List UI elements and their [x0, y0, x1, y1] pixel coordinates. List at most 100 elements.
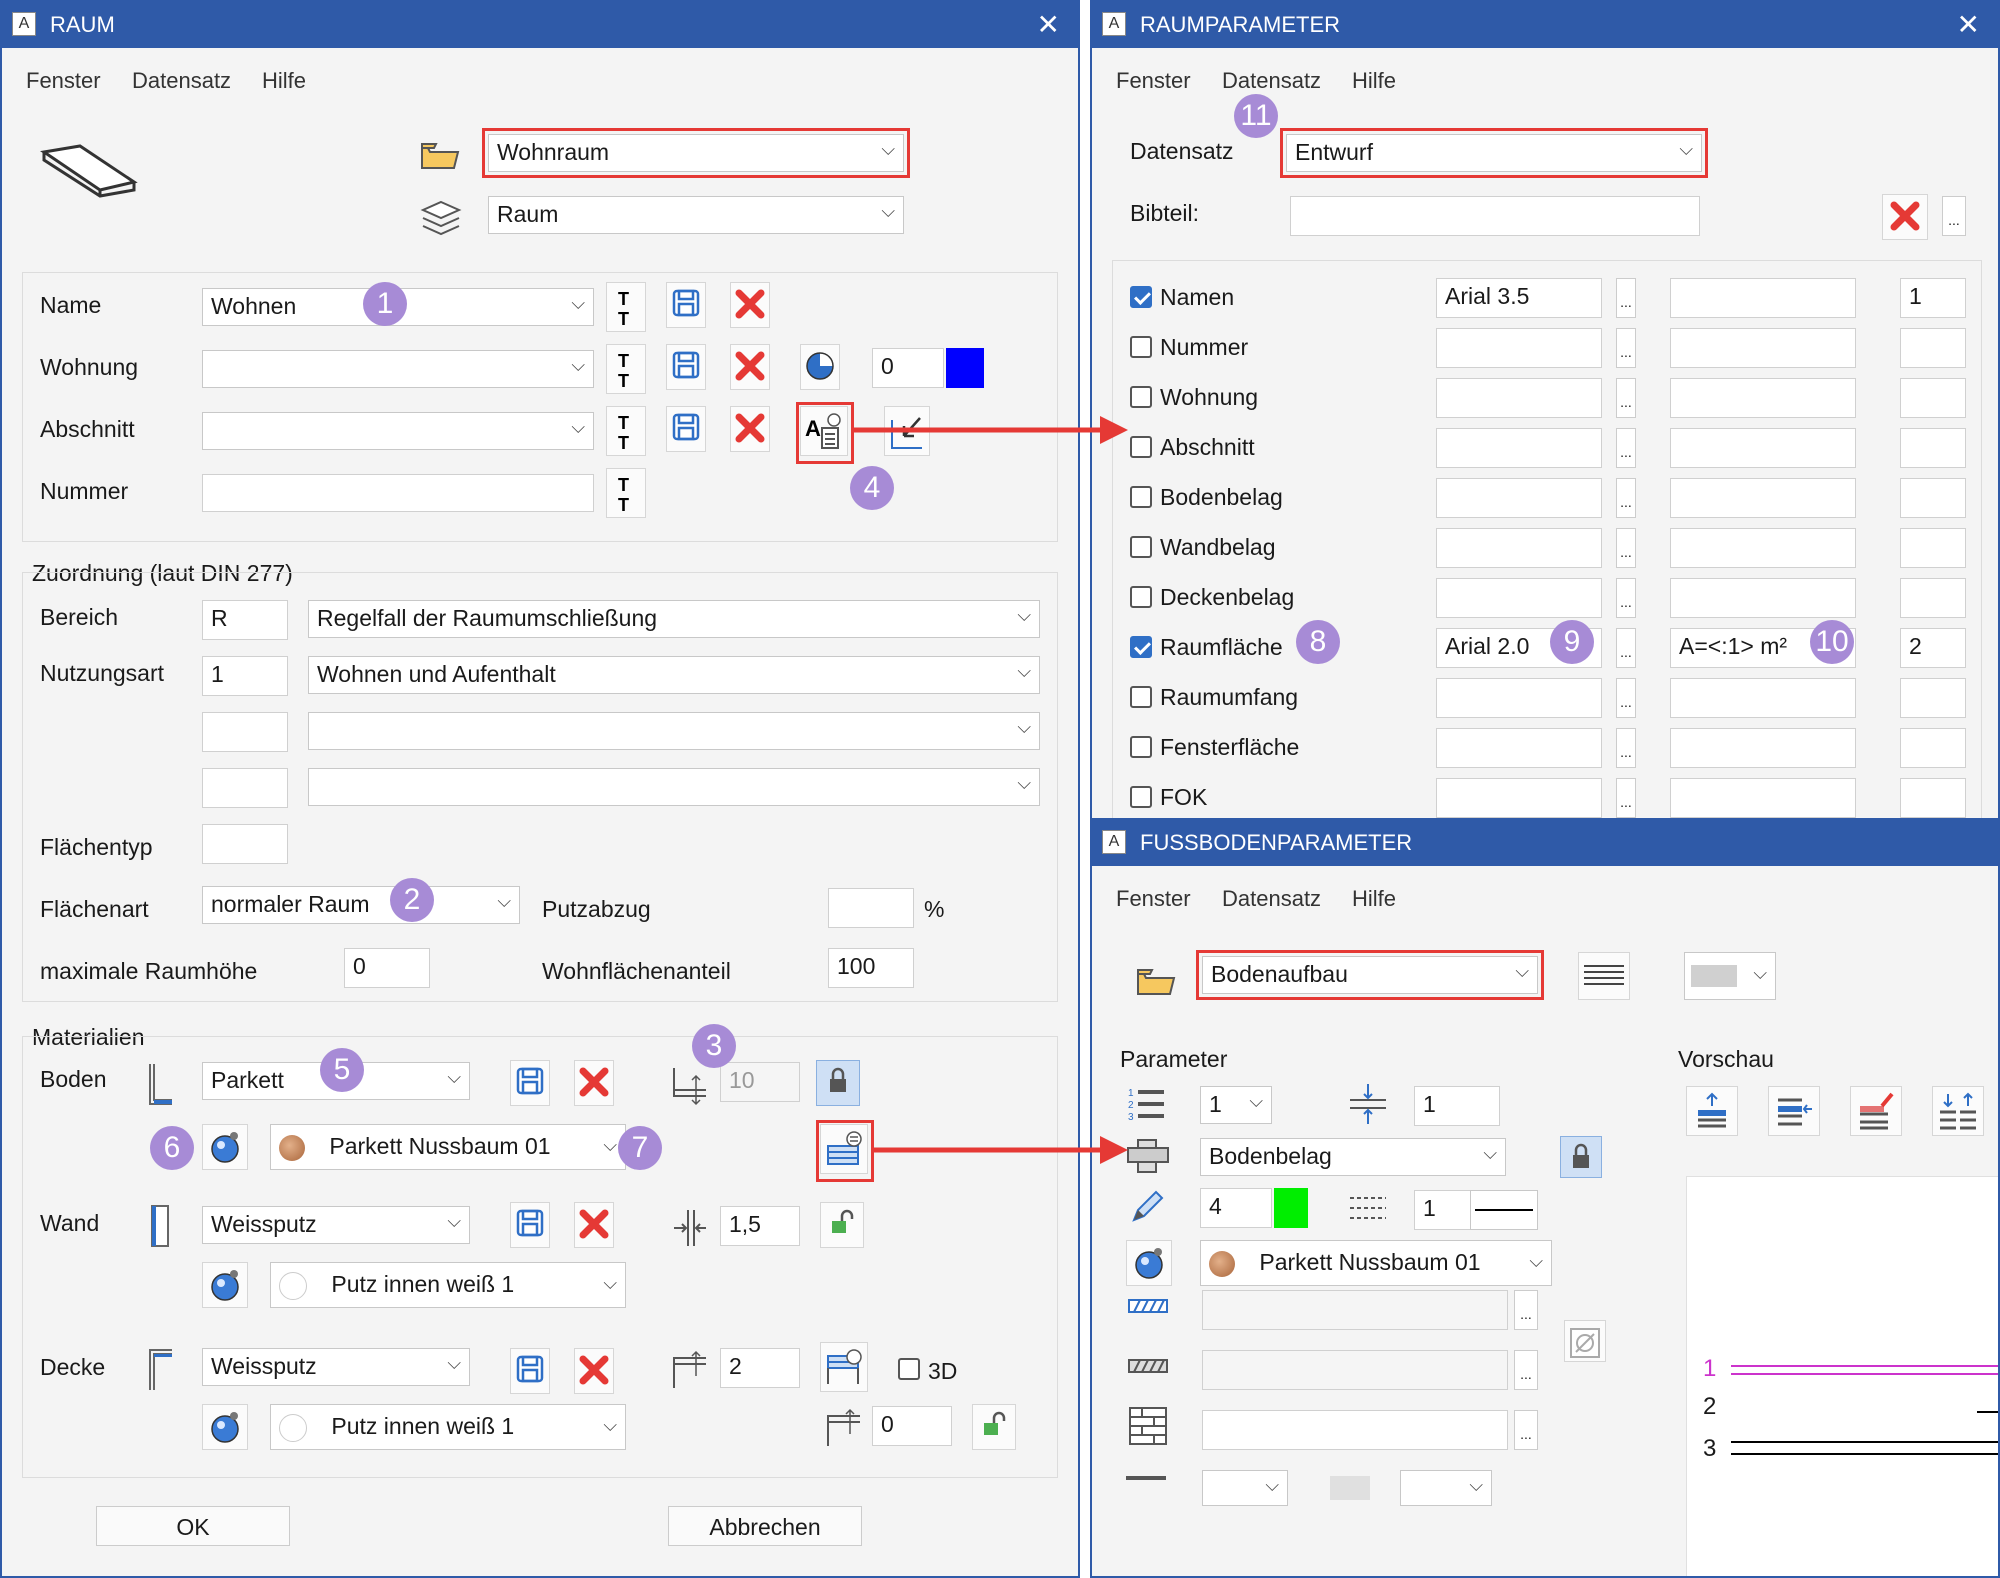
label-number-input[interactable] — [1900, 678, 1966, 718]
label-font-input[interactable] — [1436, 728, 1602, 768]
nummer-input[interactable] — [202, 474, 594, 512]
folder-icon[interactable] — [1136, 968, 1176, 996]
label-text-input[interactable] — [1670, 778, 1856, 818]
label-text-input[interactable] — [1670, 478, 1856, 518]
text-style-button[interactable]: TT — [606, 344, 646, 394]
label-number-input[interactable] — [1900, 478, 1966, 518]
material-picker-button[interactable] — [202, 1262, 248, 1308]
label-font-more-button[interactable]: ... — [1616, 478, 1636, 518]
bereich-dropdown[interactable]: Regelfall der Raumumschließung ⌵ — [308, 600, 1040, 638]
ceiling-parameters-button[interactable] — [820, 1342, 868, 1392]
label-number-input[interactable] — [1900, 428, 1966, 468]
max-raumhoehe-input[interactable]: 0 — [344, 948, 430, 988]
cancel-button[interactable]: Abbrechen — [668, 1506, 862, 1546]
preview-reorder-button[interactable] — [1932, 1086, 1984, 1136]
label-number-input[interactable] — [1900, 728, 1966, 768]
label-number-input[interactable]: 2 — [1900, 628, 1966, 668]
label-option-checkbox[interactable] — [1130, 786, 1152, 808]
label-font-input[interactable] — [1436, 678, 1602, 718]
label-option-checkbox[interactable] — [1130, 736, 1152, 758]
label-option-checkbox[interactable] — [1130, 286, 1152, 308]
delete-button[interactable] — [574, 1348, 614, 1394]
label-font-more-button[interactable]: ... — [1616, 378, 1636, 418]
floor-material-dropdown[interactable]: Parkett Nussbaum 01 ⌵ — [1200, 1240, 1552, 1286]
wand-thickness-input[interactable]: 1,5 — [720, 1206, 800, 1246]
label-number-input[interactable] — [1900, 378, 1966, 418]
extra-dropdown-1[interactable]: ⌵ — [1202, 1470, 1288, 1506]
label-option-checkbox[interactable] — [1130, 336, 1152, 358]
pen-input[interactable]: 4 — [1200, 1188, 1272, 1228]
decke-3d-checkbox[interactable] — [898, 1358, 920, 1380]
more-button[interactable]: ... — [1942, 196, 1966, 236]
label-option-checkbox[interactable] — [1130, 436, 1152, 458]
delete-button[interactable] — [730, 344, 770, 390]
material-picker-button[interactable] — [202, 1124, 248, 1170]
lock-button[interactable] — [1560, 1136, 1602, 1178]
bibteil-input[interactable] — [1290, 196, 1700, 236]
wand-dropdown[interactable]: Weissputz ⌵ — [202, 1206, 470, 1244]
layer-dropdown[interactable]: Raum ⌵ — [488, 196, 904, 234]
putzabzug-input[interactable] — [828, 888, 914, 928]
bereich-code-input[interactable]: R — [202, 600, 288, 640]
delete-button[interactable] — [574, 1060, 614, 1106]
label-font-input[interactable] — [1436, 578, 1602, 618]
menu-datensatz[interactable]: Datensatz — [1222, 68, 1321, 94]
line-color-swatch[interactable] — [1274, 1188, 1308, 1228]
label-font-input[interactable] — [1436, 428, 1602, 468]
label-font-more-button[interactable]: ... — [1616, 678, 1636, 718]
hatch-input[interactable] — [1202, 1290, 1508, 1330]
text-style-button[interactable]: TT — [606, 468, 646, 518]
label-option-checkbox[interactable] — [1130, 636, 1152, 658]
wand-material-dropdown[interactable]: Putz innen weiß 1 ⌵ — [270, 1262, 626, 1308]
close-button[interactable]: ✕ — [1037, 8, 1060, 41]
decke-offset-input[interactable]: 0 — [872, 1406, 952, 1446]
label-font-more-button[interactable]: ... — [1616, 328, 1636, 368]
code-input-4[interactable] — [202, 768, 288, 808]
menu-fenster[interactable]: Fenster — [1116, 886, 1191, 912]
label-option-checkbox[interactable] — [1130, 486, 1152, 508]
label-option-checkbox[interactable] — [1130, 386, 1152, 408]
save-button[interactable] — [666, 344, 706, 390]
decke-dropdown[interactable]: Weissputz ⌵ — [202, 1348, 470, 1386]
folder-icon[interactable] — [420, 142, 460, 170]
label-text-input[interactable] — [1670, 278, 1856, 318]
label-number-input[interactable] — [1900, 778, 1966, 818]
flaechentyp-input[interactable] — [202, 824, 288, 864]
label-option-checkbox[interactable] — [1130, 536, 1152, 558]
label-font-more-button[interactable]: ... — [1616, 778, 1636, 818]
hatch-more-button[interactable]: ... — [1514, 1290, 1538, 1330]
nutzungsart-dropdown[interactable]: Wohnen und Aufenthalt ⌵ — [308, 656, 1040, 694]
label-font-input[interactable] — [1436, 378, 1602, 418]
color-wheel-button[interactable] — [800, 344, 840, 390]
label-font-input[interactable] — [1436, 778, 1602, 818]
delete-button[interactable] — [574, 1202, 614, 1248]
label-font-more-button[interactable]: ... — [1616, 728, 1636, 768]
label-text-input[interactable] — [1670, 428, 1856, 468]
label-font-input[interactable] — [1436, 528, 1602, 568]
label-text-input[interactable] — [1670, 328, 1856, 368]
unlock-button[interactable] — [972, 1404, 1016, 1450]
label-font-more-button[interactable]: ... — [1616, 628, 1636, 668]
label-font-more-button[interactable]: ... — [1616, 528, 1636, 568]
extra-dropdown-2[interactable]: ⌵ — [1400, 1470, 1492, 1506]
label-font-input[interactable]: Arial 3.5 — [1436, 278, 1602, 318]
layer-number-dropdown[interactable]: 1 ⌵ — [1200, 1086, 1272, 1124]
fill-input[interactable] — [1202, 1410, 1508, 1450]
wohnung-dropdown[interactable]: ⌵ — [202, 350, 594, 388]
preview-add-top-button[interactable] — [1686, 1086, 1738, 1136]
lock-button[interactable] — [816, 1060, 860, 1106]
boden-thickness-input[interactable]: 10 — [720, 1062, 800, 1102]
layer-type-dropdown[interactable]: Bodenbelag ⌵ — [1200, 1138, 1506, 1176]
extra-control[interactable] — [1126, 1476, 1166, 1480]
label-font-more-button[interactable]: ... — [1616, 278, 1636, 318]
decke-material-dropdown[interactable]: Putz innen weiß 1 ⌵ — [270, 1404, 626, 1450]
label-text-input[interactable] — [1670, 528, 1856, 568]
boden-material-dropdown[interactable]: Parkett Nussbaum 01 ⌵ — [270, 1124, 626, 1170]
wohnung-color-swatch[interactable] — [946, 348, 984, 388]
label-font-more-button[interactable]: ... — [1616, 578, 1636, 618]
delete-button[interactable] — [730, 406, 770, 452]
save-button[interactable] — [666, 282, 706, 328]
label-font-input[interactable] — [1436, 328, 1602, 368]
menu-fenster[interactable]: Fenster — [26, 68, 101, 94]
code-input-3[interactable] — [202, 712, 288, 752]
